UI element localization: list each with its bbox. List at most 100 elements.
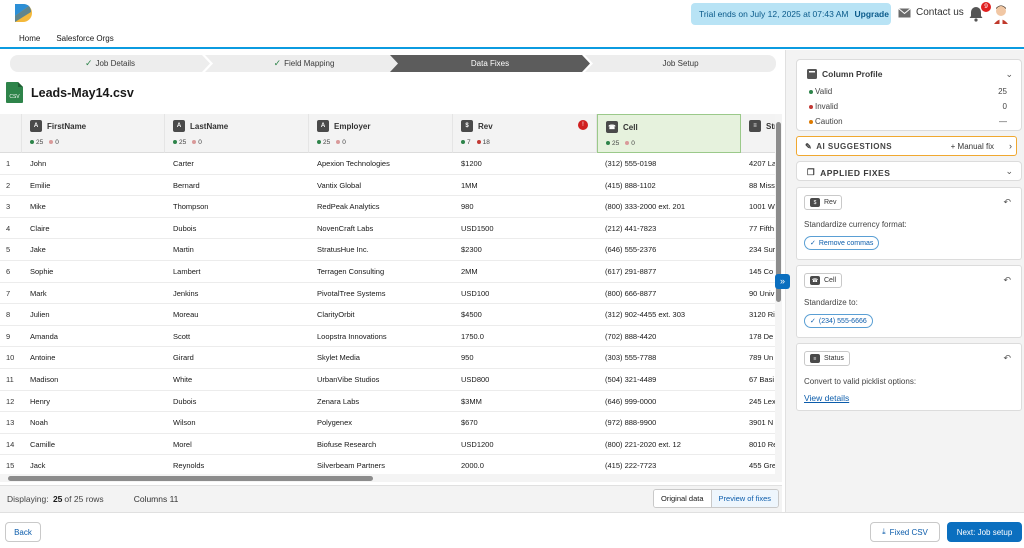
table-cell[interactable]: (800) 333-2000 ext. 201 xyxy=(597,196,741,217)
table-cell[interactable]: 3120 Ri xyxy=(741,304,775,325)
table-cell[interactable]: Vantix Global xyxy=(309,175,453,196)
table-cell[interactable]: Claire xyxy=(22,218,165,239)
table-cell[interactable]: Girard xyxy=(165,347,309,368)
table-cell[interactable]: (800) 666-8877 xyxy=(597,283,741,304)
table-cell[interactable]: 90 Univ xyxy=(741,283,775,304)
preview-fixes-button[interactable]: Preview of fixes xyxy=(710,490,779,507)
table-cell[interactable]: 1MM xyxy=(453,175,597,196)
table-cell[interactable]: Noah xyxy=(22,412,165,433)
table-cell[interactable]: $2300 xyxy=(453,239,597,260)
table-cell[interactable]: (303) 555-7788 xyxy=(597,347,741,368)
table-row[interactable]: 8 Julien Moreau ClarityOrbit $4500 (312) 902-… xyxy=(0,304,775,326)
table-cell[interactable]: Amanda xyxy=(22,326,165,347)
expand-panel-button[interactable]: » xyxy=(775,274,790,289)
table-row[interactable]: 14 Camille Morel Biofuse Research USD1200 (80… xyxy=(0,434,775,456)
table-cell[interactable]: Terragen Consulting xyxy=(309,261,453,282)
table-row[interactable]: 2 Emilie Bernard Vantix Global 1MM (415) 888-… xyxy=(0,175,775,197)
scrollbar-thumb[interactable] xyxy=(8,476,373,481)
table-cell[interactable]: Madison xyxy=(22,369,165,390)
table-cell[interactable]: Scott xyxy=(165,326,309,347)
table-cell[interactable]: Jake xyxy=(22,239,165,260)
table-cell[interactable]: Polygenex xyxy=(309,412,453,433)
table-cell[interactable]: Morel xyxy=(165,434,309,455)
table-cell[interactable]: (702) 888-4420 xyxy=(597,326,741,347)
table-cell[interactable]: Sophie xyxy=(22,261,165,282)
table-cell[interactable]: 980 xyxy=(453,196,597,217)
table-cell[interactable]: Bernard xyxy=(165,175,309,196)
contact-us-link[interactable]: Contact us xyxy=(898,7,964,18)
table-cell[interactable]: $1200 xyxy=(453,153,597,174)
table-cell[interactable]: USD100 xyxy=(453,283,597,304)
table-cell[interactable]: (800) 221-2020 ext. 12 xyxy=(597,434,741,455)
table-cell[interactable]: Camille xyxy=(22,434,165,455)
table-cell[interactable]: 3901 N xyxy=(741,412,775,433)
table-row[interactable]: 7 Mark Jenkins PivotalTree Systems USD100 (80… xyxy=(0,283,775,305)
table-cell[interactable]: $670 xyxy=(453,412,597,433)
table-cell[interactable]: Dubois xyxy=(165,391,309,412)
step-data-fixes[interactable]: Data Fixes xyxy=(390,55,590,72)
nav-home[interactable]: Home xyxy=(19,34,40,43)
table-cell[interactable]: USD800 xyxy=(453,369,597,390)
table-cell[interactable]: Julien xyxy=(22,304,165,325)
table-cell[interactable]: Thompson xyxy=(165,196,309,217)
table-cell[interactable]: Lambert xyxy=(165,261,309,282)
table-cell[interactable]: $3MM xyxy=(453,391,597,412)
column-header-lastname[interactable]: A LastName 25 0 xyxy=(165,114,309,153)
table-cell[interactable]: Mark xyxy=(22,283,165,304)
table-row[interactable]: 9 Amanda Scott Loopstra Innovations 1750.0 (7… xyxy=(0,326,775,348)
column-header-firstname[interactable]: A FirstName 25 0 xyxy=(22,114,165,153)
table-cell[interactable]: 8010 Re xyxy=(741,434,775,455)
table-cell[interactable]: 1001 W xyxy=(741,196,775,217)
table-row[interactable]: 5 Jake Martin StratusHue Inc. $2300 (646) 555… xyxy=(0,239,775,261)
fix-option-pill[interactable]: ✓ Remove commas xyxy=(804,236,880,250)
table-cell[interactable]: Loopstra Innovations xyxy=(309,326,453,347)
back-button[interactable]: Back xyxy=(5,522,41,542)
table-cell[interactable]: Wilson xyxy=(165,412,309,433)
table-cell[interactable]: (972) 888-9900 xyxy=(597,412,741,433)
upgrade-link[interactable]: Upgrade xyxy=(854,9,888,19)
table-cell[interactable]: RedPeak Analytics xyxy=(309,196,453,217)
undo-icon[interactable]: ↶ xyxy=(1003,197,1011,208)
table-row[interactable]: 4 Claire Dubois NovenCraft Labs USD1500 (212)… xyxy=(0,218,775,240)
table-cell[interactable]: 234 Sur xyxy=(741,239,775,260)
chevron-down-icon[interactable]: ⌄ xyxy=(1005,166,1013,177)
table-cell[interactable]: Biofuse Research xyxy=(309,434,453,455)
table-cell[interactable]: 1750.0 xyxy=(453,326,597,347)
table-cell[interactable]: UrbanVibe Studios xyxy=(309,369,453,390)
table-row[interactable]: 12 Henry Dubois Zenara Labs $3MM (646) 999-00… xyxy=(0,391,775,413)
table-cell[interactable]: $4500 xyxy=(453,304,597,325)
app-logo[interactable] xyxy=(12,2,34,24)
manual-fix-button[interactable]: + Manual fix xyxy=(951,142,994,151)
table-cell[interactable]: 88 Miss xyxy=(741,175,775,196)
original-data-button[interactable]: Original data xyxy=(654,490,711,507)
ai-suggestions-bar[interactable]: ✎ AI SUGGESTIONS + Manual fix › xyxy=(796,136,1017,156)
column-header-rev[interactable]: $ Rev 7 18! xyxy=(453,114,597,153)
table-cell[interactable]: (504) 321-4489 xyxy=(597,369,741,390)
table-cell[interactable]: 789 Un xyxy=(741,347,775,368)
table-cell[interactable]: 178 De xyxy=(741,326,775,347)
horizontal-scrollbar[interactable] xyxy=(0,474,782,482)
table-cell[interactable]: Antoine xyxy=(22,347,165,368)
table-cell[interactable]: (617) 291-8877 xyxy=(597,261,741,282)
table-cell[interactable]: Zenara Labs xyxy=(309,391,453,412)
table-cell[interactable]: (312) 902-4455 ext. 303 xyxy=(597,304,741,325)
table-cell[interactable]: (646) 999-0000 xyxy=(597,391,741,412)
table-row[interactable]: 10 Antoine Girard Skylet Media 950 (303) 555-… xyxy=(0,347,775,369)
table-row[interactable]: 11 Madison White UrbanVibe Studios USD800 (50… xyxy=(0,369,775,391)
column-profile-header[interactable]: Column Profile xyxy=(807,69,882,79)
step-field-mapping[interactable]: ✓ Field Mapping xyxy=(204,55,404,72)
undo-icon[interactable]: ↶ xyxy=(1003,275,1011,286)
nav-salesforce-orgs[interactable]: Salesforce Orgs xyxy=(56,34,113,43)
table-row[interactable]: 1 John Carter Apexion Technologies $1200 (312… xyxy=(0,153,775,175)
table-cell[interactable]: Emilie xyxy=(22,175,165,196)
vertical-scrollbar[interactable] xyxy=(775,114,782,482)
step-job-setup[interactable]: Job Setup xyxy=(585,55,776,72)
table-cell[interactable]: (415) 888-1102 xyxy=(597,175,741,196)
table-cell[interactable]: Jenkins xyxy=(165,283,309,304)
chevron-down-icon[interactable]: ⌄ xyxy=(1005,69,1013,80)
step-job-details[interactable]: ✓ Job Details xyxy=(10,55,210,72)
avatar[interactable] xyxy=(992,4,1010,24)
table-cell[interactable]: (312) 555-0198 xyxy=(597,153,741,174)
table-row[interactable]: 6 Sophie Lambert Terragen Consulting 2MM (617… xyxy=(0,261,775,283)
table-cell[interactable]: USD1200 xyxy=(453,434,597,455)
